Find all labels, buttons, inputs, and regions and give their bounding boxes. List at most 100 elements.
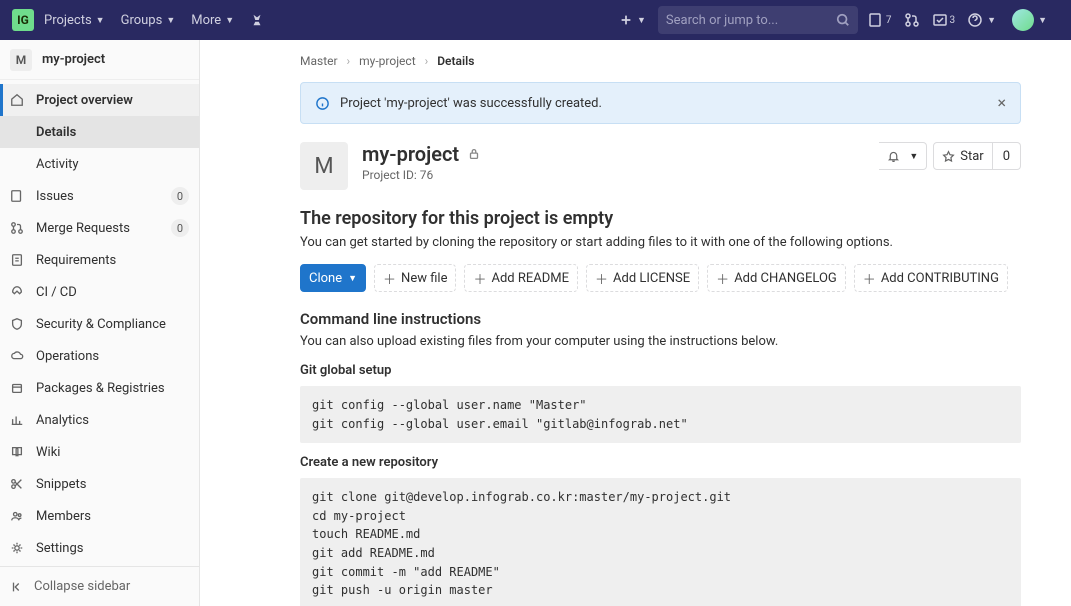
sidebar-project-link[interactable]: M my-project — [0, 40, 199, 80]
issues-link[interactable]: 7 — [868, 12, 892, 28]
chevron-down-icon: ▼ — [637, 15, 646, 26]
plus-icon: ＋ — [383, 269, 396, 288]
new-dropdown[interactable]: ▼ — [619, 13, 646, 27]
empty-subtext: You can get started by cloning the repos… — [300, 235, 1021, 250]
sidebar-item-security[interactable]: Security & Compliance — [0, 308, 199, 340]
sidebar-item-snippets[interactable]: Snippets — [0, 468, 199, 500]
rocket-icon — [10, 285, 24, 299]
project-header: M my-project Project ID: 76 ▼ Star 0 — [300, 142, 1021, 190]
notifications-button[interactable]: ▼ — [879, 142, 927, 170]
project-name: my-project — [42, 52, 105, 67]
project-id: Project ID: 76 — [362, 168, 481, 182]
search-bar[interactable] — [658, 6, 858, 34]
chevron-down-icon: ▼ — [96, 15, 105, 26]
help-link[interactable]: ▼ — [967, 12, 996, 28]
search-icon — [836, 13, 850, 27]
section-title: Create a new repository — [300, 455, 1021, 470]
breadcrumb-project[interactable]: my-project — [359, 54, 416, 68]
members-icon — [10, 509, 24, 523]
add-license-button[interactable]: ＋Add LICENSE — [586, 264, 699, 292]
star-icon — [942, 150, 955, 163]
sidebar-item-operations[interactable]: Operations — [0, 340, 199, 372]
home-icon — [10, 93, 24, 107]
top-navbar: IG Projects▼ Groups▼ More▼ ▼ 7 3 ▼ ▼ — [0, 0, 1071, 40]
issues-badge: 7 — [886, 15, 892, 26]
close-icon[interactable]: × — [997, 95, 1006, 111]
plus-icon: ＋ — [716, 269, 729, 288]
merge-requests-link[interactable] — [904, 12, 920, 28]
sidebar-item-overview[interactable]: Project overview — [0, 84, 199, 116]
issues-icon — [10, 189, 24, 203]
success-alert: Project 'my-project' was successfully cr… — [300, 82, 1021, 124]
count-badge: 0 — [171, 187, 189, 205]
sidebar-item-packages[interactable]: Packages & Registries — [0, 372, 199, 404]
package-icon — [10, 381, 24, 395]
cloud-icon — [10, 349, 24, 363]
info-icon — [315, 96, 330, 111]
star-button[interactable]: Star — [933, 142, 992, 170]
plus-icon: ＋ — [595, 269, 608, 288]
section-title: Git global setup — [300, 363, 1021, 378]
sidebar-item-merge-requests[interactable]: Merge Requests0 — [0, 212, 199, 244]
sidebar-item-analytics[interactable]: Analytics — [0, 404, 199, 436]
chevron-down-icon: ▼ — [987, 15, 996, 26]
chevron-down-icon: ▼ — [166, 15, 175, 26]
chevron-down-icon: ▼ — [909, 151, 918, 162]
sidebar-item-cicd[interactable]: CI / CD — [0, 276, 199, 308]
nav-groups[interactable]: Groups▼ — [121, 13, 176, 28]
sidebar-item-issues[interactable]: Issues0 — [0, 180, 199, 212]
star-count[interactable]: 0 — [993, 142, 1021, 170]
main-content: Master › my-project › Details Project 'm… — [200, 40, 1071, 606]
nav-projects[interactable]: Projects▼ — [44, 13, 105, 28]
bell-icon — [887, 150, 900, 163]
chevron-down-icon: ▼ — [225, 15, 234, 26]
nav-admin-icon[interactable] — [250, 13, 264, 27]
project-avatar: M — [300, 142, 348, 190]
lock-icon — [467, 147, 481, 161]
collapse-icon — [10, 580, 24, 594]
sidebar-item-activity[interactable]: Activity — [0, 148, 199, 180]
sidebar-item-settings[interactable]: Settings — [0, 532, 199, 564]
chevron-down-icon: ▼ — [1038, 15, 1047, 26]
book-icon — [10, 445, 24, 459]
scissors-icon — [10, 477, 24, 491]
code-block[interactable]: git clone git@develop.infograb.co.kr:mas… — [300, 478, 1021, 606]
new-file-button[interactable]: ＋New file — [374, 264, 456, 292]
clone-button[interactable]: Clone▼ — [300, 264, 366, 292]
shield-icon — [10, 317, 24, 331]
code-block[interactable]: git config --global user.name "Master" g… — [300, 386, 1021, 443]
site-logo[interactable]: IG — [12, 9, 34, 31]
collapse-sidebar-button[interactable]: Collapse sidebar — [0, 566, 199, 606]
sidebar-item-requirements[interactable]: Requirements — [0, 244, 199, 276]
todos-badge: 3 — [950, 15, 956, 26]
user-menu[interactable]: ▼ — [1008, 9, 1047, 31]
merge-icon — [10, 221, 24, 235]
empty-heading: The repository for this project is empty — [300, 208, 1021, 229]
requirements-icon — [10, 253, 24, 267]
alert-message: Project 'my-project' was successfully cr… — [340, 96, 997, 111]
todos-link[interactable]: 3 — [932, 12, 956, 28]
breadcrumb: Master › my-project › Details — [300, 54, 1021, 68]
plus-icon: ＋ — [473, 269, 486, 288]
cli-heading: Command line instructions — [300, 310, 1021, 328]
chevron-down-icon: ▼ — [348, 273, 357, 284]
page-title: my-project — [362, 142, 459, 166]
action-row: Clone▼ ＋New file ＋Add README ＋Add LICENS… — [300, 264, 1021, 292]
plus-icon: ＋ — [863, 269, 876, 288]
sidebar-item-members[interactable]: Members — [0, 500, 199, 532]
add-changelog-button[interactable]: ＋Add CHANGELOG — [707, 264, 846, 292]
breadcrumb-current: Details — [437, 54, 474, 68]
breadcrumb-root[interactable]: Master — [300, 54, 338, 68]
project-icon: M — [10, 49, 32, 71]
add-contributing-button[interactable]: ＋Add CONTRIBUTING — [854, 264, 1008, 292]
avatar — [1012, 9, 1034, 31]
nav-more[interactable]: More▼ — [191, 13, 234, 28]
search-input[interactable] — [666, 13, 836, 28]
cli-subtext: You can also upload existing files from … — [300, 334, 1021, 349]
chart-icon — [10, 413, 24, 427]
count-badge: 0 — [171, 219, 189, 237]
add-readme-button[interactable]: ＋Add README — [464, 264, 578, 292]
sidebar-item-wiki[interactable]: Wiki — [0, 436, 199, 468]
sidebar-item-details[interactable]: Details — [0, 116, 199, 148]
sidebar: M my-project Project overview Details Ac… — [0, 40, 200, 606]
